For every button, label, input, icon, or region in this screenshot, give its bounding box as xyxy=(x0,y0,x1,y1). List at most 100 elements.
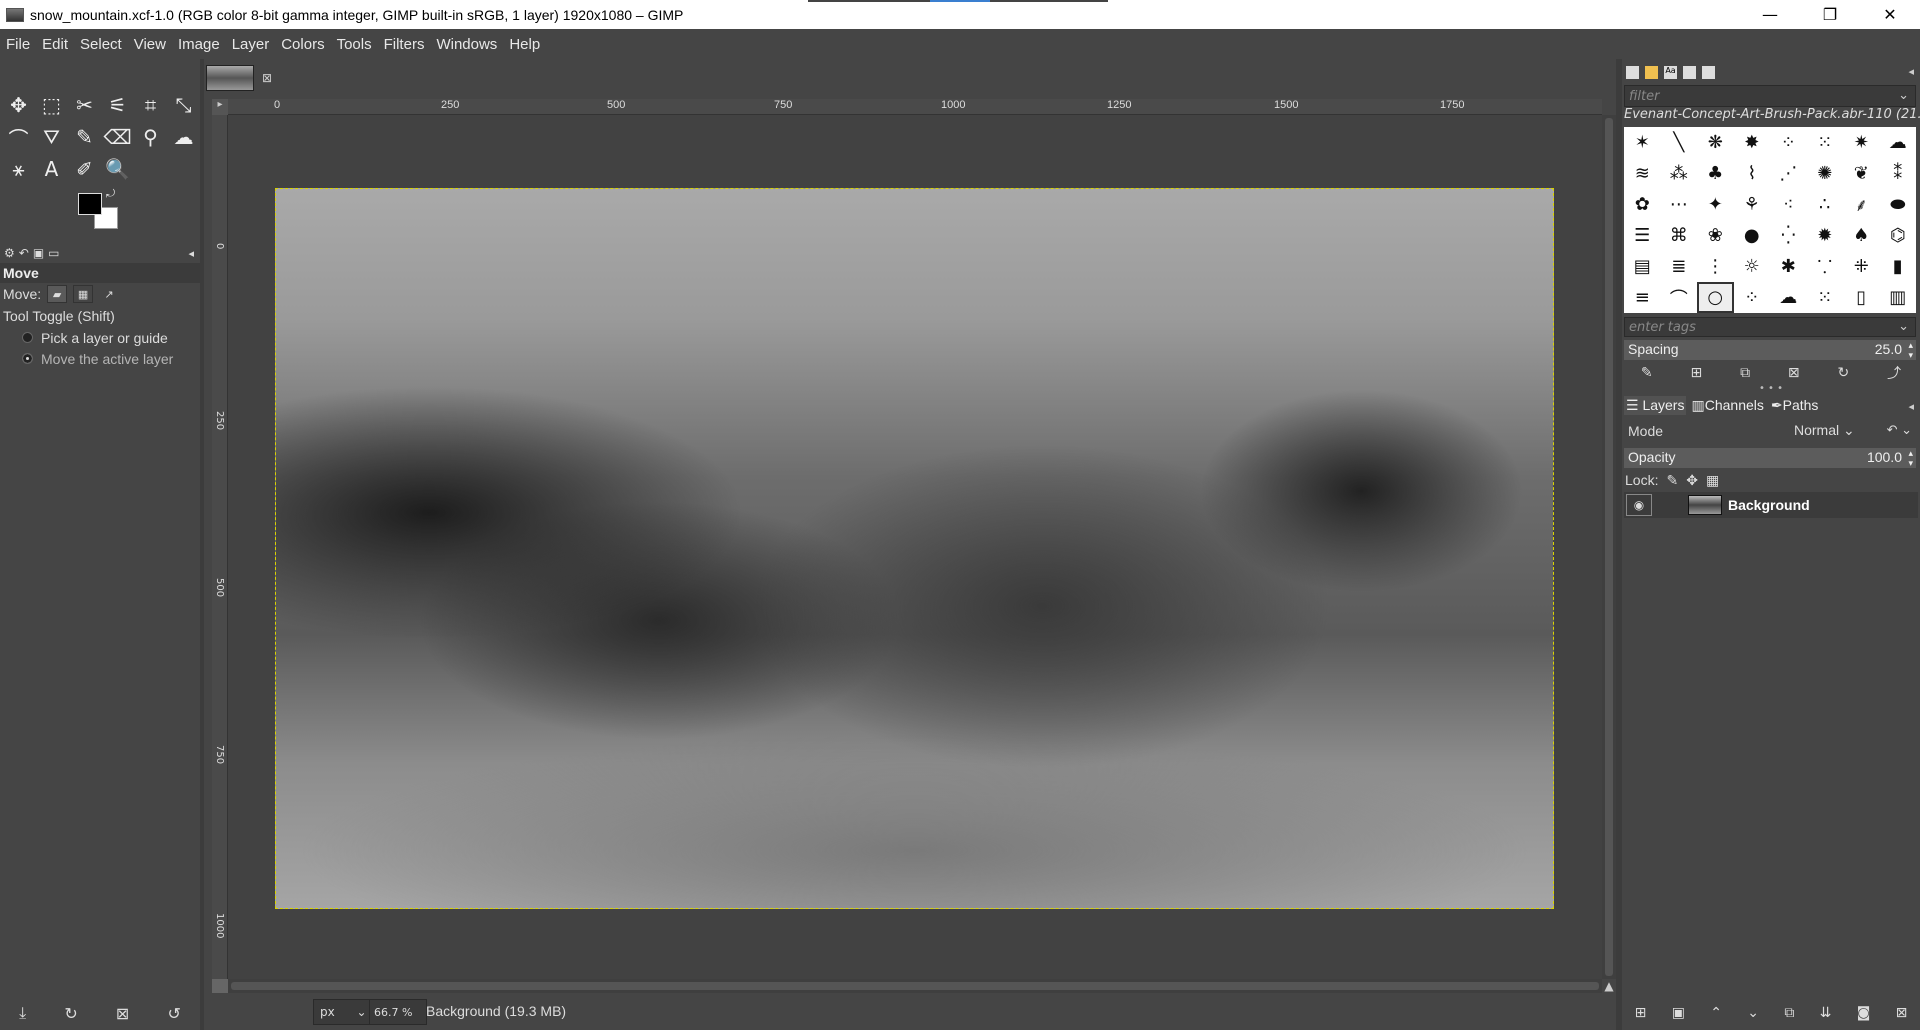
configure-tab-icon[interactable]: ◂ xyxy=(188,247,194,260)
brush-item[interactable]: ╲ xyxy=(1661,127,1698,158)
brush-item[interactable]: ⌇ xyxy=(1734,158,1771,189)
brush-item[interactable]: ⌬ xyxy=(1880,220,1917,251)
brush-item[interactable]: ✿ xyxy=(1624,189,1661,220)
smudge-icon[interactable]: ☁ xyxy=(167,121,200,153)
brush-item[interactable]: ⁑ xyxy=(1880,158,1917,189)
horizontal-ruler[interactable]: 0 250 500 750 1000 1250 1500 1750 xyxy=(228,99,1602,115)
lock-pixels-icon[interactable]: ✎ xyxy=(1666,472,1678,489)
brush-item[interactable]: ❀ xyxy=(1697,220,1734,251)
menu-colors[interactable]: Colors xyxy=(281,36,324,53)
close-button[interactable]: ✕ xyxy=(1860,0,1920,29)
undo-history-tab-icon[interactable]: ↶ xyxy=(19,246,29,260)
minimize-button[interactable]: — xyxy=(1740,0,1800,29)
new-brush-icon[interactable]: ⊞ xyxy=(1691,365,1703,381)
brushes-tab-icon[interactable] xyxy=(1626,65,1639,79)
clone-icon[interactable]: ⚲ xyxy=(134,121,167,153)
brush-item[interactable]: ⸙ xyxy=(1843,189,1880,220)
brush-item-selected[interactable]: ○ xyxy=(1697,282,1734,313)
brush-item[interactable]: ⸪ xyxy=(1807,251,1844,282)
mode-options-icon[interactable]: ↶ ⌄ xyxy=(1887,422,1912,438)
brush-item[interactable]: ⁂ xyxy=(1661,158,1698,189)
brush-item[interactable]: ▯ xyxy=(1843,282,1880,313)
vertical-scrollbar[interactable] xyxy=(1602,115,1616,979)
restore-button[interactable]: ❐ xyxy=(1800,0,1860,29)
transform-icon[interactable]: ⤡ xyxy=(167,89,200,121)
spin-arrows-icon[interactable]: ▴ ▾ xyxy=(1908,340,1913,360)
brush-item[interactable]: ≋ xyxy=(1624,158,1661,189)
brush-item[interactable]: ⁙ xyxy=(1807,282,1844,313)
image-tab[interactable]: ⊠ xyxy=(206,63,286,93)
configure-tab-icon[interactable]: ◂ xyxy=(1908,65,1914,78)
brush-item[interactable]: ⚘ xyxy=(1734,189,1771,220)
canvas-area[interactable] xyxy=(228,115,1602,979)
save-options-icon[interactable]: ⤓ xyxy=(19,1003,26,1023)
lock-position-icon[interactable]: ✥ xyxy=(1686,472,1698,489)
brush-item[interactable]: ☁ xyxy=(1880,127,1917,158)
pick-layer-option[interactable]: Pick a layer or guide xyxy=(0,327,200,348)
paintbrush-icon[interactable]: ✎ xyxy=(68,121,101,153)
rect-select-icon[interactable]: ⬚ xyxy=(35,89,68,121)
configure-tab-icon[interactable]: ◂ xyxy=(1908,400,1914,413)
open-brush-as-image-icon[interactable]: ⤴ xyxy=(1887,363,1901,383)
brush-filter-input[interactable]: filter ⌄ xyxy=(1624,85,1916,107)
brush-item[interactable]: ✹ xyxy=(1807,220,1844,251)
restore-options-icon[interactable]: ↻ xyxy=(64,1004,77,1023)
swap-colors-icon[interactable]: ⤾ xyxy=(106,187,115,201)
brush-item[interactable]: ♣ xyxy=(1697,158,1734,189)
lock-alpha-icon[interactable]: ▦ xyxy=(1706,472,1719,489)
brush-grid[interactable]: ✶ ╲ ❋ ✸ ⁘ ⁙ ✷ ☁ ≋ ⁂ ♣ ⌇ ⋰ ✺ ❦ ⁑ ✿ ⋯ ✦ ⚘ ⁖ ∴ ⸙ ⬬ ☰ ⌘ ❀ ● ⁛ ✹ ♠ ⌬ ▤ ≣ ⋮ ☼… xyxy=(1624,127,1916,313)
menu-file[interactable]: File xyxy=(6,36,30,53)
tab-paths[interactable]: ✒Paths xyxy=(1769,396,1821,415)
scroll-thumb[interactable] xyxy=(231,982,1599,990)
templates-tab-icon[interactable] xyxy=(1702,65,1715,79)
duplicate-layer-icon[interactable]: ⧉ xyxy=(1784,1005,1794,1021)
paths-icon[interactable]: ⚹ xyxy=(2,153,35,185)
move-layer-icon[interactable]: ▰ xyxy=(47,285,68,303)
menu-layer[interactable]: Layer xyxy=(232,36,270,53)
images-tab-icon[interactable]: ▭ xyxy=(48,246,59,260)
navigate-icon[interactable]: ▲ xyxy=(1602,979,1616,993)
brush-item[interactable]: ⁜ xyxy=(1843,251,1880,282)
delete-layer-icon[interactable]: ⊠ xyxy=(1896,1005,1908,1021)
delete-brush-icon[interactable]: ⊠ xyxy=(1788,365,1800,381)
brush-item[interactable]: ⁘ xyxy=(1734,282,1771,313)
brush-item[interactable]: ∴ xyxy=(1807,189,1844,220)
move-active-layer-option[interactable]: Move the active layer xyxy=(0,348,200,369)
visibility-eye-icon[interactable]: ◉ xyxy=(1626,494,1652,516)
warp-icon[interactable]: ⌒ xyxy=(2,121,35,153)
chevron-down-icon[interactable]: ⌄ xyxy=(1898,319,1909,334)
menu-select[interactable]: Select xyxy=(80,36,122,53)
brush-item[interactable]: ⌒ xyxy=(1661,282,1698,313)
lower-layer-icon[interactable]: ⌄ xyxy=(1747,1005,1759,1021)
brush-item[interactable]: ⁙ xyxy=(1807,127,1844,158)
brush-tag-input[interactable]: enter tags ⌄ xyxy=(1624,317,1916,337)
move-selection-icon[interactable]: ▦ xyxy=(73,285,94,303)
brush-item[interactable]: ✦ xyxy=(1697,189,1734,220)
chevron-down-icon[interactable]: ⌄ xyxy=(1898,88,1909,103)
tool-options-tab-icon[interactable]: ⚙ xyxy=(4,246,15,260)
brush-item[interactable]: ✷ xyxy=(1843,127,1880,158)
delete-options-icon[interactable]: ⊠ xyxy=(116,1004,129,1023)
brush-item[interactable]: ✸ xyxy=(1734,127,1771,158)
unit-select[interactable]: px ⌄ xyxy=(313,999,371,1025)
brush-item[interactable]: ❦ xyxy=(1843,158,1880,189)
brush-item[interactable]: ✺ xyxy=(1807,158,1844,189)
brush-item[interactable]: ⋰ xyxy=(1770,158,1807,189)
scissors-select-icon[interactable]: ✂ xyxy=(68,89,101,121)
add-mask-icon[interactable]: ◙ xyxy=(1857,1005,1871,1021)
brush-item[interactable]: ⁖ xyxy=(1770,189,1807,220)
color-picker-icon[interactable]: ✐ xyxy=(68,153,101,185)
mode-select[interactable]: Normal ⌄ xyxy=(1794,420,1870,442)
crop-icon[interactable]: ⌗ xyxy=(134,89,167,121)
brush-item[interactable]: ⌘ xyxy=(1661,220,1698,251)
fonts-tab-icon[interactable]: Aa xyxy=(1664,65,1677,79)
brush-item[interactable]: ☁ xyxy=(1770,282,1807,313)
tab-channels[interactable]: ▥Channels xyxy=(1689,396,1765,415)
brush-item[interactable]: ≡ xyxy=(1624,282,1661,313)
close-image-icon[interactable]: ⊠ xyxy=(262,71,272,85)
dock-resize-handle[interactable]: • • • xyxy=(1622,384,1920,394)
move-path-icon[interactable]: ↗ xyxy=(99,285,120,303)
scroll-thumb[interactable] xyxy=(1605,118,1613,976)
brush-item[interactable]: ▤ xyxy=(1624,251,1661,282)
brush-item[interactable]: ≣ xyxy=(1661,251,1698,282)
